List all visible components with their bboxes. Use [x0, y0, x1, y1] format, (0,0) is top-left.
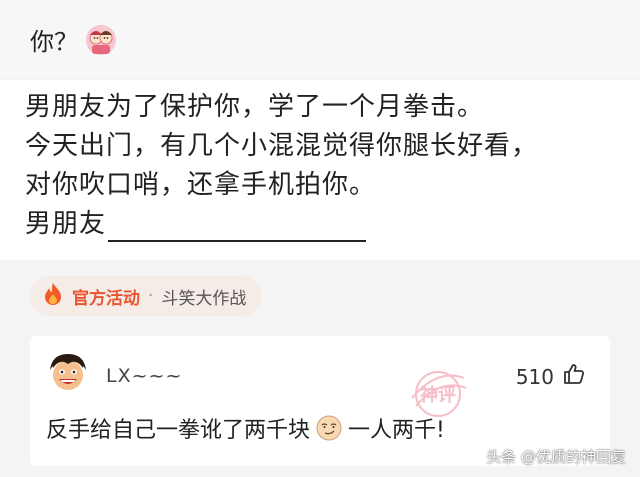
post-header: 你？ [30, 22, 118, 57]
activity-label: 官方活动 [72, 288, 140, 309]
comment-text-after: 一人两千! [348, 418, 445, 443]
comment-text: 反手给自己一拳讹了两千块 一人两千! [46, 412, 445, 444]
activity-topic: 斗笑大作战 [161, 288, 247, 309]
avatar[interactable] [46, 350, 90, 394]
stamp-text: 神评 [420, 384, 456, 406]
answer-blank [108, 214, 367, 242]
like-count: 510 [515, 364, 554, 389]
smirk-face-icon [316, 415, 342, 441]
fire-icon [42, 282, 64, 311]
post-line-4-text: 男朋友 [25, 209, 107, 239]
post-line-1: 男朋友为了保护你，学了一个月拳击。 [25, 92, 485, 122]
post-line-3: 对你吹口哨，还拿手机拍你。 [25, 170, 377, 200]
comment-username[interactable]: LX~~~ [106, 365, 182, 387]
like-button[interactable]: 510 [516, 362, 586, 391]
post-line-4: 男朋友 [25, 206, 367, 242]
comment-text-before: 反手给自己一拳讹了两千块 [46, 418, 311, 443]
post-line-2: 今天出门，有几个小混混觉得你腿长好看， [25, 131, 539, 161]
official-activity-tag[interactable]: 官方活动 · 斗笑大作战 [30, 276, 263, 316]
thumbs-up-icon [562, 362, 586, 391]
header-text: 你？ [30, 28, 78, 56]
source-watermark: 头条 @优质的神回复 [486, 448, 626, 466]
activity-separator: · [148, 286, 154, 306]
couple-emoji-icon [84, 23, 118, 57]
post-card[interactable]: 男朋友为了保护你，学了一个月拳击。 今天出门，有几个小混混觉得你腿长好看， 对你… [0, 80, 640, 260]
